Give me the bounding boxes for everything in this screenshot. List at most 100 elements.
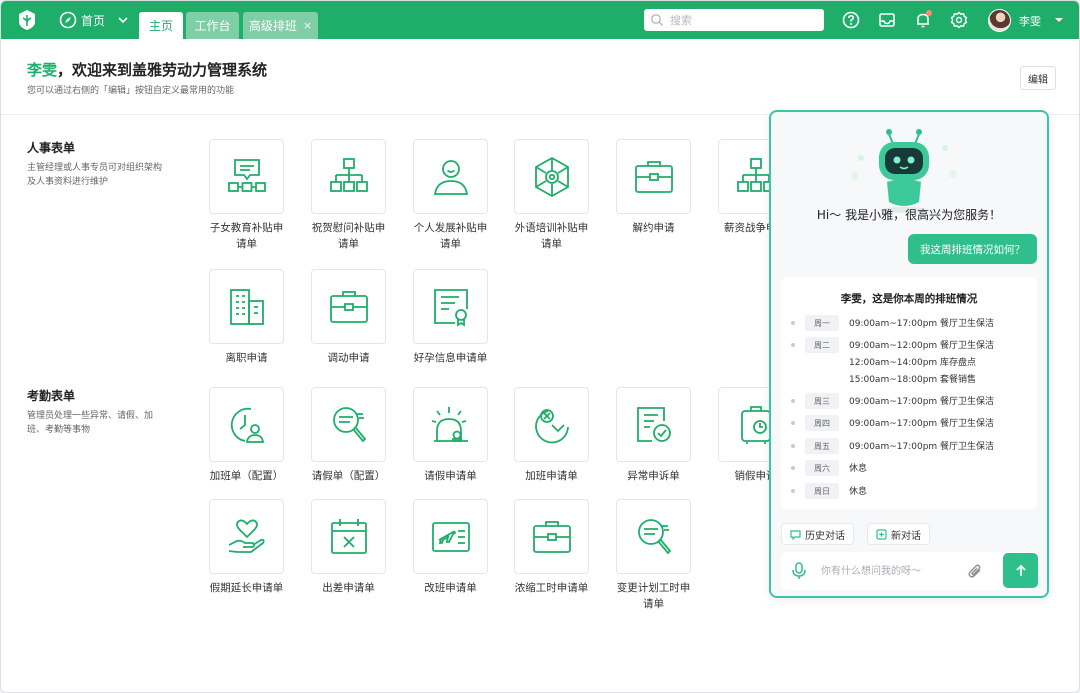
paperclip-icon[interactable] [967, 563, 983, 579]
chat-org-icon [227, 158, 266, 192]
form-card-label: 个人发展补贴申请单 [413, 222, 488, 250]
app-logo-icon[interactable] [15, 8, 39, 32]
form-card-icon-box [209, 387, 284, 462]
plus-square-icon [876, 528, 887, 540]
form-card[interactable]: 祝贺慰问补贴申请单 [311, 139, 386, 252]
tab-label: 主页 [148, 19, 173, 33]
tab-close-icon[interactable]: × [303, 19, 312, 32]
form-card[interactable]: 子女教育补贴申请单 [209, 139, 284, 252]
tab-workbench[interactable]: 工作台 [186, 12, 239, 39]
timeline-dot [791, 421, 795, 425]
form-card-icon-box [616, 499, 691, 574]
form-card-icon-box [209, 139, 284, 214]
timeline-dot [791, 444, 795, 448]
tab-label: 工作台 [194, 19, 231, 33]
search-doc-icon [637, 518, 671, 554]
briefcase-icon [532, 520, 571, 553]
shift-text: 休息 [849, 487, 868, 497]
form-card[interactable]: 好孕信息申请单 [413, 269, 488, 366]
form-card-label: 调动申请 [327, 352, 370, 364]
form-card-label: 离职申请 [225, 352, 268, 364]
form-card-icon-box [413, 269, 488, 344]
form-card-label: 子女教育补贴申请单 [209, 222, 284, 250]
shift-text: 09:00am~17:00pm 餐厅卫生保洁 [849, 442, 995, 452]
shift-text: 15:00am~18:00pm 套餐销售 [849, 375, 977, 385]
schedule-row: 周六 休息 [791, 460, 1031, 476]
gear-icon[interactable] [950, 11, 968, 29]
edit-button[interactable]: 编辑 [1020, 66, 1056, 90]
shift-text: 09:00am~17:00pm 餐厅卫生保洁 [849, 319, 995, 329]
schedule-row: 周三 09:00am~17:00pm 餐厅卫生保洁 [791, 393, 1031, 409]
form-card[interactable]: 离职申请 [209, 269, 284, 366]
form-card-icon-box [311, 387, 386, 462]
form-card-label: 请假单（配置） [311, 470, 386, 482]
app-window: 首页 主页 工作台 高级排班 × 搜索 李雯 李雯，欢迎来到盖雅劳动力管理系统 … [0, 0, 1080, 693]
chevron-down-icon[interactable] [1054, 15, 1064, 25]
timeline-dot [791, 466, 795, 470]
form-card[interactable]: 加班申请单 [514, 387, 589, 484]
microphone-icon[interactable] [791, 562, 807, 580]
search-box[interactable] [644, 9, 824, 31]
chat-input-bar [781, 552, 1038, 590]
search-icon [651, 14, 663, 26]
section-desc-hr: 主管经理或人事专员可对组织架构及人事资料进行维护 [27, 163, 163, 187]
history-chat-button[interactable]: 历史对话 [781, 523, 854, 545]
schedule-row: 周二 09:00am~12:00pm 餐厅卫生保洁 12:00am~14:00p… [791, 337, 1031, 385]
inbox-icon[interactable] [878, 11, 896, 29]
send-button[interactable] [1003, 553, 1038, 588]
form-card[interactable]: 请假申请单 [413, 387, 488, 484]
shift-text: 09:00am~17:00pm 餐厅卫生保洁 [849, 419, 995, 429]
avatar[interactable] [988, 9, 1011, 32]
form-card-label: 加班单（配置） [209, 470, 284, 482]
day-tag: 周五 [805, 438, 839, 454]
chat-bubble-icon [790, 529, 801, 540]
form-card[interactable]: 个人发展补贴申请单 [413, 139, 488, 252]
form-card[interactable]: 解约申请 [616, 139, 691, 236]
welcome-text: ，欢迎来到盖雅劳动力管理系统 [57, 61, 268, 79]
day-tag: 周四 [805, 415, 839, 431]
form-card-label: 改班申请单 [424, 582, 477, 594]
top-bar: 首页 主页 工作台 高级排班 × 搜索 李雯 [1, 1, 1079, 39]
form-card-icon-box [616, 387, 691, 462]
briefcase-icon [329, 290, 368, 323]
schedule-row: 周一 09:00am~17:00pm 餐厅卫生保洁 [791, 315, 1031, 331]
form-card[interactable]: 假期延长申请单 [209, 499, 284, 596]
form-card[interactable]: 变更计划工时申请单 [616, 499, 691, 612]
form-card-label: 异常申诉单 [627, 470, 680, 482]
form-card[interactable]: 外语培训补贴申请单 [514, 139, 589, 252]
schedule-row: 周日 休息 [791, 483, 1031, 499]
form-card-label: 解约申请 [632, 222, 675, 234]
form-card-label: 出差申请单 [322, 582, 375, 594]
timeline-dot [791, 399, 795, 403]
doc-clock-icon [636, 406, 671, 442]
plane-ticket-icon [431, 521, 470, 552]
hex-gear-icon [534, 156, 569, 197]
welcome-user-name: 李雯 [27, 61, 58, 79]
calendar-x-icon [330, 518, 367, 554]
chat-input[interactable] [821, 552, 991, 590]
form-card[interactable]: 浓缩工时申请单 [514, 499, 589, 596]
new-chat-button[interactable]: 新对话 [867, 523, 930, 545]
form-card[interactable]: 改班申请单 [413, 499, 488, 596]
form-card[interactable]: 出差申请单 [311, 499, 386, 596]
form-card-icon-box [514, 499, 589, 574]
form-card[interactable]: 异常申诉单 [616, 387, 691, 484]
home-nav[interactable]: 首页 [59, 10, 129, 30]
clock-person-icon [230, 407, 264, 443]
robot-mascot-icon [851, 129, 957, 213]
certificate-icon [433, 288, 468, 327]
day-tag: 周六 [805, 460, 839, 476]
form-card[interactable]: 加班单（配置） [209, 387, 284, 484]
help-icon[interactable] [842, 11, 860, 29]
form-card-icon-box [311, 499, 386, 574]
user-name[interactable]: 李雯 [1019, 13, 1041, 29]
form-card[interactable]: 请假单（配置） [311, 387, 386, 484]
form-card-icon-box [311, 269, 386, 344]
tab-advanced-scheduling[interactable]: 高级排班 × [243, 12, 318, 39]
search-input[interactable] [670, 13, 820, 27]
notification-dot [926, 10, 932, 16]
form-card[interactable]: 调动申请 [311, 269, 386, 366]
tab-home[interactable]: 主页 [139, 12, 183, 39]
page-title: 李雯，欢迎来到盖雅劳动力管理系统 [27, 59, 267, 80]
section-title-attendance: 考勤表单 [27, 389, 76, 403]
